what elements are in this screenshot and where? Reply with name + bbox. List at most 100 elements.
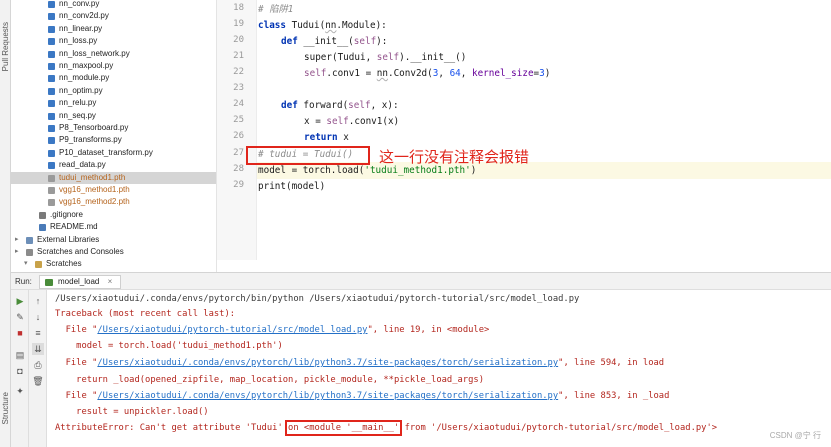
- python-run-icon: [45, 279, 53, 286]
- folder-icon: [35, 261, 42, 269]
- python-file-icon: [48, 87, 55, 95]
- git-icon: [39, 211, 46, 219]
- watermark: CSDN @宁 行: [769, 431, 821, 440]
- code-line-29: print(model): [258, 181, 326, 192]
- chevron-right-icon[interactable]: ▸: [15, 234, 19, 246]
- chevron-right-icon[interactable]: ▸: [15, 246, 19, 258]
- project-file-read-data-py[interactable]: read_data.py: [11, 159, 216, 171]
- line-number: 25: [233, 115, 244, 125]
- stop-icon[interactable]: ■: [14, 327, 26, 339]
- file-icon: [48, 187, 55, 194]
- structure-tab[interactable]: Structure: [1, 392, 10, 424]
- console-frame-3-code: result = unpickler.load(): [55, 407, 209, 417]
- lib-icon: [26, 236, 33, 244]
- python-file-icon: [48, 75, 55, 83]
- line-number: 23: [233, 83, 244, 93]
- project-file-scratches[interactable]: ▾ Scratches: [11, 258, 216, 270]
- console-output[interactable]: /Users/xiaotudui/.conda/envs/pytorch/bin…: [47, 290, 831, 447]
- scroll-to-end-icon[interactable]: ⇊: [32, 343, 44, 355]
- console-command: /Users/xiaotudui/.conda/envs/pytorch/bin…: [55, 294, 580, 304]
- project-file-nn-conv2d-py[interactable]: nn_conv2d.py: [11, 10, 216, 22]
- soft-wrap-icon[interactable]: ≡: [32, 327, 44, 339]
- project-file-gitignore[interactable]: .gitignore: [11, 209, 216, 221]
- project-file-nn-maxpool-py[interactable]: nn_maxpool.py: [11, 60, 216, 72]
- project-file-label: External Libraries: [37, 234, 100, 244]
- file-icon: [48, 199, 55, 207]
- project-file-nn-module-py[interactable]: nn_module.py: [11, 72, 216, 84]
- close-icon[interactable]: ×: [108, 277, 113, 286]
- project-file-label: vgg16_method1.pth: [59, 185, 130, 194]
- project-file-vgg16-method2-pth[interactable]: vgg16_method2.pth: [11, 196, 216, 208]
- project-file-p10-dataset-transform-py[interactable]: P10_dataset_transform.py: [11, 147, 216, 159]
- line-number: 27: [233, 148, 244, 158]
- project-file-label: .gitignore: [50, 209, 83, 219]
- trash-icon[interactable]: 🗑: [32, 375, 44, 387]
- line-number: 19: [233, 19, 244, 29]
- python-file-icon: [48, 125, 55, 132]
- chevron-down-icon[interactable]: ▾: [24, 258, 28, 270]
- line-number: 20: [233, 35, 244, 45]
- left-tool-strip: Pull Requests Structure: [0, 0, 11, 447]
- project-file-nn-optim-py[interactable]: nn_optim.py: [11, 85, 216, 97]
- wrench-icon[interactable]: ✎: [14, 311, 26, 323]
- project-file-nn-loss-network-py[interactable]: nn_loss_network.py: [11, 48, 216, 60]
- layout-icon[interactable]: ▤: [14, 349, 26, 361]
- print-icon[interactable]: ⎙: [32, 359, 44, 371]
- python-file-icon: [48, 13, 55, 21]
- project-file-nn-conv-py[interactable]: nn_conv.py: [11, 0, 216, 10]
- run-tab-model-load[interactable]: model_load ×: [39, 275, 122, 289]
- project-file-vgg16-method1-pth[interactable]: vgg16_method1.pth: [11, 184, 216, 196]
- project-file-nn-relu-py[interactable]: nn_relu.py: [11, 97, 216, 109]
- pin-icon[interactable]: ✦: [14, 385, 26, 397]
- project-file-scratches-and-consoles[interactable]: ▸ Scratches and Consoles: [11, 246, 216, 258]
- python-file-icon: [48, 63, 55, 70]
- line-number: 29: [233, 180, 244, 190]
- project-file-label: nn_conv.py: [59, 0, 100, 8]
- project-file-label: P8_Tensorboard.py: [59, 123, 129, 132]
- pull-requests-tab[interactable]: Pull Requests: [1, 22, 10, 71]
- frame-3-link[interactable]: /Users/xiaotudui/.conda/envs/pytorch/lib…: [97, 391, 558, 401]
- code-line-20: def __init__(self):: [281, 36, 388, 47]
- file-icon: [48, 174, 55, 182]
- project-file-nn-linear-py[interactable]: nn_linear.py: [11, 23, 216, 35]
- project-file-label: P10_dataset_transform.py: [59, 147, 153, 157]
- frame-2-link[interactable]: /Users/xiaotudui/.conda/envs/pytorch/lib…: [97, 358, 558, 368]
- line-number: 26: [233, 131, 244, 141]
- project-file-nn-loss-py[interactable]: nn_loss.py: [11, 35, 216, 47]
- line-number: 28: [233, 164, 244, 174]
- run-toolbar-left: ▶ ✎ ■ ▤ ◘ ✦: [11, 290, 29, 447]
- line-number: 22: [233, 67, 244, 77]
- project-file-label: nn_seq.py: [59, 110, 96, 120]
- project-file-label: P9_transforms.py: [59, 135, 122, 145]
- rerun-icon[interactable]: ▶: [14, 295, 26, 307]
- md-icon: [39, 224, 46, 232]
- arrow-up-icon[interactable]: ↑: [32, 295, 44, 307]
- code-editor[interactable]: # 陷阱1 class Tudui(nn.Module): def __init…: [257, 0, 831, 260]
- project-file-p9-transforms-py[interactable]: P9_transforms.py: [11, 134, 216, 146]
- code-line-21: super(Tudui, self).__init__(): [304, 52, 467, 63]
- camera-icon[interactable]: ◘: [14, 365, 26, 377]
- project-file-label: nn_optim.py: [59, 85, 103, 95]
- python-file-icon: [48, 137, 55, 145]
- project-file-label: tudui_method1.pth: [59, 172, 126, 182]
- arrow-down-icon[interactable]: ↓: [32, 311, 44, 323]
- project-file-nn-seq-py[interactable]: nn_seq.py: [11, 110, 216, 122]
- scratch-icon: [26, 249, 33, 256]
- project-file-label: nn_relu.py: [59, 98, 97, 108]
- frame-1-link[interactable]: /Users/xiaotudui/pytorch-tutorial/src/mo…: [97, 325, 367, 335]
- run-panel-header: Run: model_load ×: [11, 272, 831, 290]
- console-frame-3: File "/Users/xiaotudui/.conda/envs/pytor…: [55, 391, 670, 401]
- console-frame-2: File "/Users/xiaotudui/.conda/envs/pytor…: [55, 358, 665, 368]
- project-file-label: nn_linear.py: [59, 23, 103, 33]
- project-file-label: vgg16_method2.pth: [59, 197, 130, 207]
- project-file-label: nn_conv2d.py: [59, 11, 109, 21]
- project-file-label: nn_maxpool.py: [59, 61, 114, 70]
- project-file-readme-md[interactable]: README.md: [11, 221, 216, 233]
- project-file-tudui-method1-pth[interactable]: tudui_method1.pth: [11, 171, 216, 184]
- project-file-label: Scratches: [46, 259, 82, 269]
- python-file-icon: [48, 100, 55, 108]
- project-file-p8-tensorboard-py[interactable]: P8_Tensorboard.py: [11, 122, 216, 134]
- project-file-external-libraries[interactable]: ▸ External Libraries: [11, 234, 216, 246]
- comment-highlight-box: [246, 146, 370, 165]
- project-file-label: nn_module.py: [59, 73, 110, 83]
